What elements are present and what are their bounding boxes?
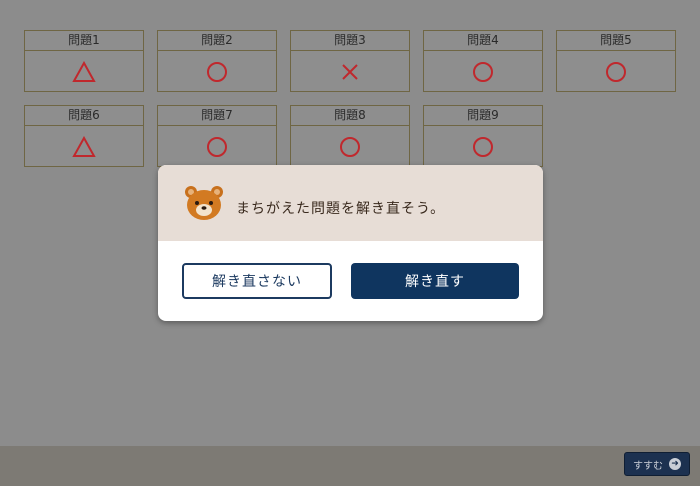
problem-label: 問題4 [424,31,542,51]
problem-card-1[interactable]: 問題1 [24,30,144,92]
bear-icon [185,186,223,220]
problem-label: 問題9 [424,106,542,126]
dialog-buttons: 解き直さない 解き直す [182,263,519,299]
problem-label: 問題1 [25,31,143,51]
cross-icon [291,51,409,92]
problem-label: 問題5 [557,31,675,51]
problem-label: 問題8 [291,106,409,126]
problem-card-6[interactable]: 問題6 [24,105,144,167]
triangle-icon [25,51,143,92]
triangle-icon [25,126,143,167]
dialog-message: まちがえた問題を解き直そう。 [236,201,446,217]
problem-label: 問題7 [158,106,276,126]
problem-card-7[interactable]: 問題7 [157,105,277,167]
circle-icon [158,126,276,167]
circle-icon [557,51,675,92]
no-retry-button[interactable]: 解き直さない [182,263,332,299]
retry-dialog: まちがえた問題を解き直そう。 解き直さない 解き直す [158,165,543,321]
problem-card-4[interactable]: 問題4 [423,30,543,92]
circle-icon [424,126,542,167]
circle-icon [424,51,542,92]
problem-label: 問題2 [158,31,276,51]
retry-button[interactable]: 解き直す [351,263,519,299]
arrow-right-icon: ➜ [669,458,681,470]
problem-card-5[interactable]: 問題5 [556,30,676,92]
next-label: すすむ [633,460,663,472]
problem-label: 問題3 [291,31,409,51]
problem-label: 問題6 [25,106,143,126]
dialog-header: まちがえた問題を解き直そう。 [158,165,543,241]
problem-card-3[interactable]: 問題3 [290,30,410,92]
circle-icon [291,126,409,167]
footer-bar [0,446,700,486]
problem-card-8[interactable]: 問題8 [290,105,410,167]
circle-icon [158,51,276,92]
next-button[interactable]: すすむ ➜ [624,452,690,476]
problem-card-9[interactable]: 問題9 [423,105,543,167]
problem-card-2[interactable]: 問題2 [157,30,277,92]
